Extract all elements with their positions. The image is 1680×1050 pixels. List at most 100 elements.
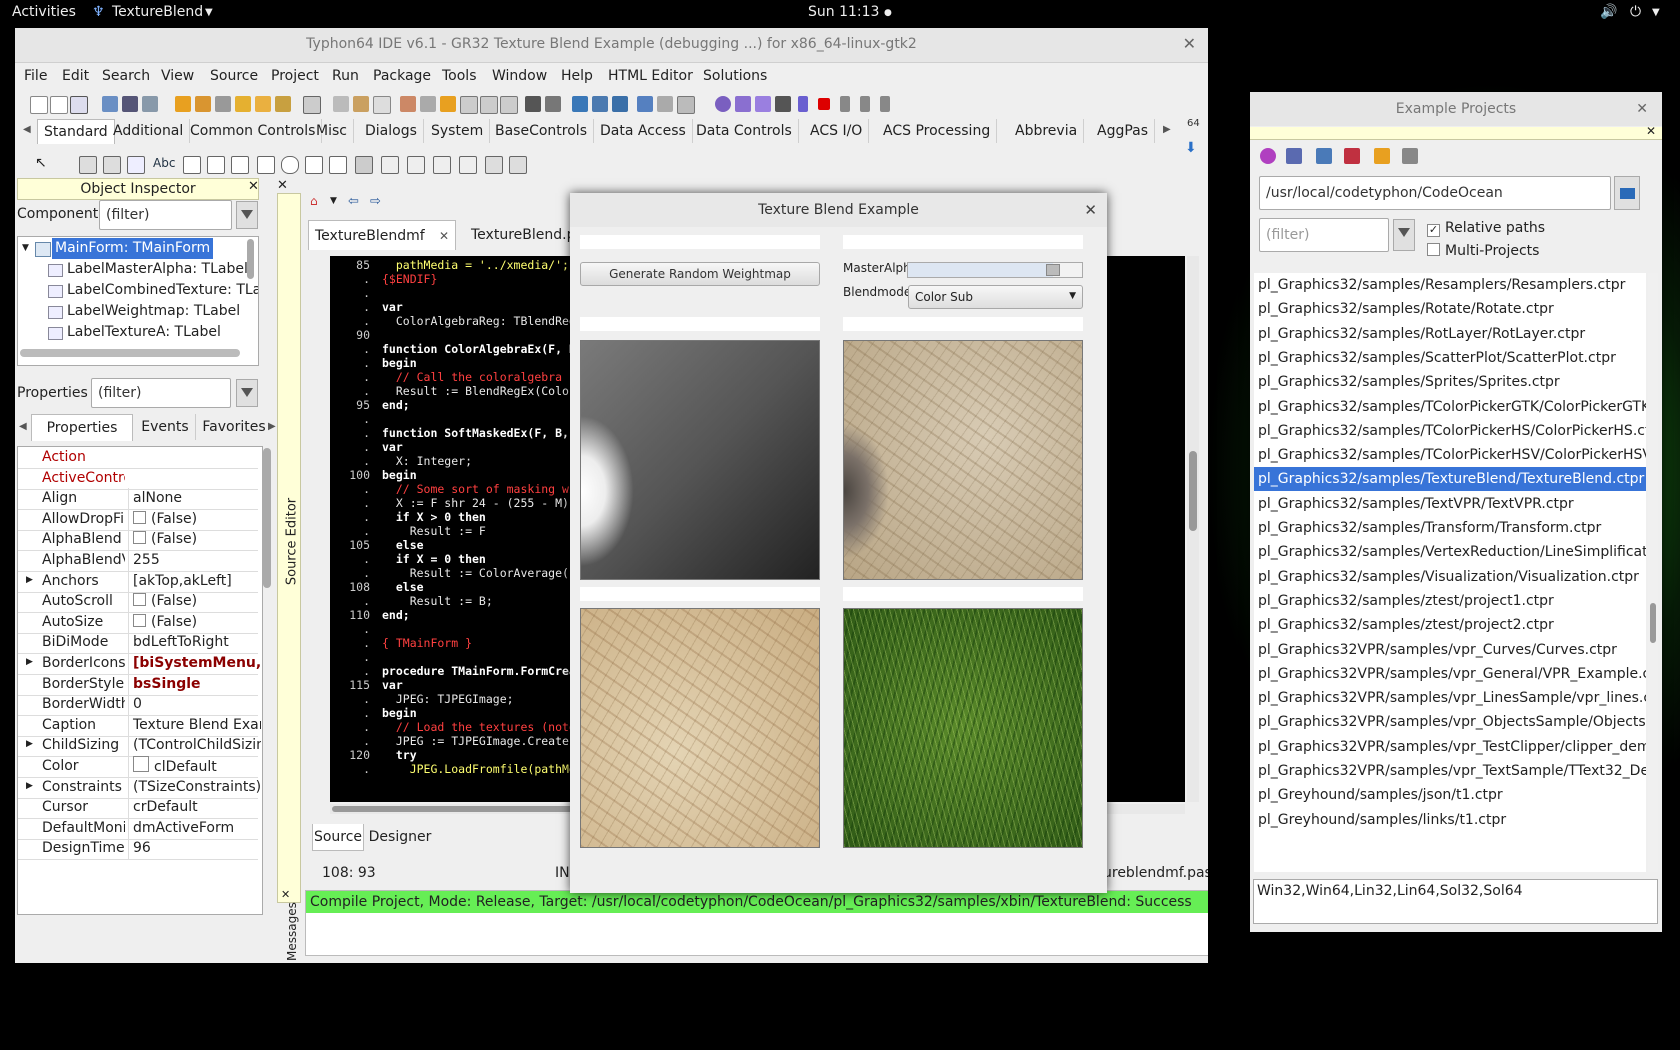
settings-icon[interactable] [1402,148,1418,164]
property-row[interactable]: Color clDefault [18,756,258,778]
inspector-icon[interactable] [592,96,608,112]
property-row[interactable]: ▶ BorderIcons [biSystemMenu,biMinimize] [18,653,261,675]
copy-project-icon[interactable] [1316,148,1332,164]
clock[interactable]: Sun 11:13 [808,4,879,20]
delete-icon[interactable] [1344,148,1360,164]
radiogroup-icon[interactable] [407,156,425,174]
property-row[interactable]: Action [18,447,258,469]
close-icon[interactable]: ✕ [439,221,449,251]
tab-abbrevia[interactable]: Abbrevia [1009,119,1085,143]
arrow-down-icon[interactable]: ⬇ [1185,140,1197,156]
property-value[interactable]: (TControlChildSizing) [128,735,261,757]
package-edit-icon[interactable] [255,96,271,112]
expand-icon[interactable]: ▶ [26,781,33,791]
volume-icon[interactable]: 🔊 [1600,4,1617,20]
pointer-icon[interactable]: ↖ [35,155,47,171]
checkbox-icon[interactable] [133,613,146,627]
code-line[interactable]: else [382,538,424,552]
project-list-item[interactable]: pl_Graphics32VPR/samples/vpr_General/VPR… [1254,662,1646,686]
compile-icon[interactable] [400,96,416,112]
code-line[interactable]: JPEG: TJPEGImage; [382,692,514,706]
build-icon[interactable] [420,96,436,112]
cut-icon[interactable] [657,96,673,112]
code-line[interactable]: X: Integer; [382,454,472,468]
property-value[interactable]: [biSystemMenu,biMinimize] [128,653,261,674]
run-target-icon[interactable] [715,96,731,112]
menu-project[interactable]: Project [271,68,319,84]
code-line[interactable]: X := F shr 24 - (255 - M); [382,496,576,510]
project-list-item[interactable]: pl_Graphics32VPR/samples/vpr_TestClipper… [1254,735,1646,759]
close-icon[interactable]: ✕ [1084,193,1097,227]
memo-icon[interactable] [207,156,225,174]
step-out-icon[interactable] [880,96,890,112]
property-row[interactable]: Align alNone [18,488,258,511]
property-value[interactable]: dmActiveForm [128,817,261,839]
tab-events[interactable]: Events [135,414,196,440]
tree-collapse-icon[interactable]: ▼ [22,238,29,259]
tab-aggpas[interactable]: AggPas [1091,119,1156,143]
package-icon[interactable] [175,96,191,112]
property-row[interactable]: ActiveControl [18,468,258,490]
code-line[interactable]: begin [382,706,417,720]
blendmode-select[interactable]: Color Sub ▼ [908,285,1083,309]
property-row[interactable]: BiDiMode bdLeftToRight [18,632,258,655]
code-line[interactable]: { TMainForm } [382,636,472,650]
project-list-item[interactable]: pl_Graphics32/samples/Resamplers/Resampl… [1254,273,1646,297]
step-over-icon[interactable] [860,96,870,112]
property-value[interactable]: bsSingle [128,673,261,695]
project-list-item[interactable]: pl_Graphics32/samples/TColorPickerGTK/Co… [1254,395,1646,419]
tab-misc[interactable]: Misc [310,119,354,143]
checkgroup-icon[interactable] [433,156,451,174]
close-icon[interactable]: ✕ [248,179,259,194]
tab-data-controls[interactable]: Data Controls [690,119,799,143]
property-value[interactable]: (False) [128,611,261,633]
compile-message[interactable]: Compile Project, Mode: Release, Target: … [306,891,1208,913]
close-icon[interactable]: ✕ [277,178,288,193]
menu-edit[interactable]: Edit [62,68,89,84]
menu-help[interactable]: Help [561,68,593,84]
project-list-item[interactable]: pl_Graphics32/samples/Visualization/Visu… [1254,565,1646,589]
checkbox-icon[interactable] [133,593,146,607]
code-line[interactable]: Result := B; [382,594,493,608]
menu-search[interactable]: Search [102,68,150,84]
code-line[interactable]: var [382,440,403,454]
button-icon[interactable] [127,156,145,174]
property-row[interactable]: AllowDropFiles (False) [18,508,261,531]
tab-texture-blend-mf[interactable]: TextureBlendmf ✕ [308,220,456,250]
menu-html-editor[interactable]: HTML Editor [608,68,693,84]
filter-icon[interactable] [236,201,258,229]
expand-icon[interactable]: ▶ [26,657,33,667]
close-icon[interactable]: ✕ [1636,92,1648,126]
code-line[interactable]: begin [382,468,417,482]
expand-icon[interactable]: ▶ [26,739,33,749]
tree-item[interactable]: LabelCombinedTexture: TLabel [67,280,258,301]
chevron-down-icon[interactable]: ▼ [205,7,213,18]
code-line[interactable]: Result := F [382,524,486,538]
chevron-down-icon[interactable]: ▼ [330,196,337,206]
property-row[interactable]: AlphaBlendValue 255 [18,550,258,572]
relative-paths-checkbox[interactable]: ✓ Relative paths [1427,220,1545,237]
stop-icon[interactable] [818,98,830,110]
property-value[interactable]: [akTop,akLeft] [128,570,261,592]
menu-file[interactable]: File [24,68,47,84]
label-icon[interactable]: Abc [153,156,175,170]
generate-weightmap-button[interactable]: Generate Random Weightmap [580,262,820,286]
tab-acs-processing[interactable]: ACS Processing [877,119,998,143]
tab-acs-io[interactable]: ACS I/O [804,119,870,143]
package-install-icon[interactable] [195,96,211,112]
tab-scroll-right-icon[interactable]: ▶ [1163,124,1171,135]
code-line[interactable]: end; [382,608,410,622]
open-project-icon[interactable] [1286,148,1302,164]
code-vscrollbar[interactable] [1187,256,1199,802]
toggle-form-icon[interactable] [500,96,518,114]
tab-basecontrols[interactable]: BaseControls [489,119,594,143]
project-list-item[interactable]: pl_Greyhound/samples/links/t1.ctpr [1254,808,1646,832]
property-value[interactable]: (False) [128,508,261,530]
tab-common-controls[interactable]: Common Controls [184,119,323,143]
menu-run[interactable]: Run [332,68,359,84]
project-list-item[interactable]: pl_Graphics32/samples/TextVPR/TextVPR.ct… [1254,492,1646,516]
code-line[interactable]: else [382,580,424,594]
menu-solutions[interactable]: Solutions [703,68,767,84]
project-list-item[interactable]: pl_Graphics32/samples/ztest/project1.ctp… [1254,589,1646,613]
code-line[interactable]: try [382,748,417,762]
